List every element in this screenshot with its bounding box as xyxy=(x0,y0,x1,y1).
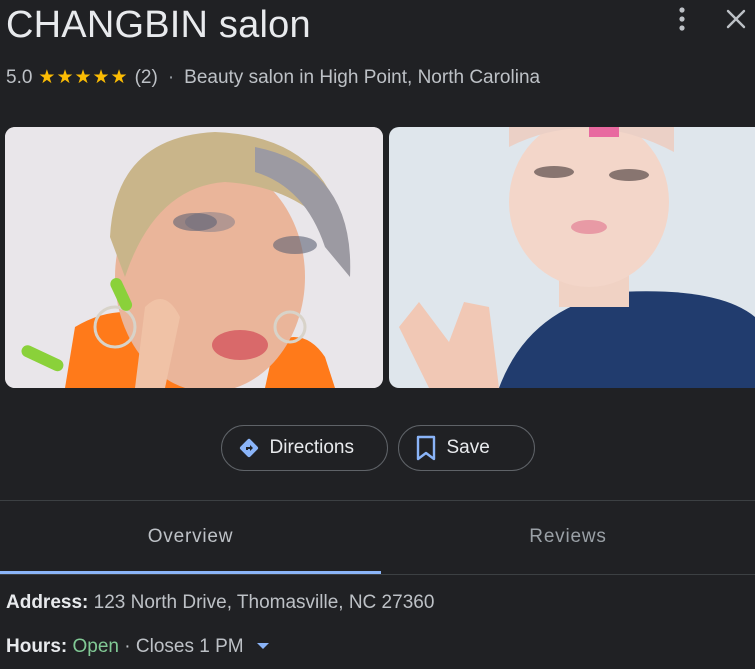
hours-close-time[interactable]: Closes 1 PM xyxy=(136,636,244,657)
address-value[interactable]: 123 North Drive, Thomasville, NC 27360 xyxy=(94,592,435,613)
review-count[interactable]: (2) xyxy=(135,67,158,89)
directions-label: Directions xyxy=(269,437,354,458)
salon-photo-1[interactable] xyxy=(5,127,383,388)
rating-value: 5.0 xyxy=(6,66,33,88)
hours-separator: · xyxy=(124,636,131,657)
hours-label: Hours: xyxy=(6,636,68,657)
tab-bar: Overview Reviews xyxy=(0,500,755,574)
star-rating-icon: ★★★★★ xyxy=(38,67,129,88)
tab-overview[interactable]: Overview xyxy=(0,500,381,574)
place-title: CHANGBIN salon xyxy=(6,4,311,46)
rating-summary: 5.0 ★★★★★ (2) · Beauty salon in High Poi… xyxy=(6,66,540,89)
chevron-down-icon[interactable] xyxy=(256,642,269,649)
hours-row: Hours: Open · Closes 1 PM xyxy=(6,636,269,658)
place-category: Beauty salon in High Point, North Caroli… xyxy=(184,66,541,88)
save-button[interactable]: Save xyxy=(397,425,535,471)
bookmark-icon xyxy=(413,435,439,461)
directions-button[interactable]: Directions xyxy=(220,425,388,471)
save-label: Save xyxy=(446,437,490,458)
close-icon[interactable] xyxy=(723,6,749,32)
more-vert-icon[interactable] xyxy=(669,6,695,32)
tab-reviews[interactable]: Reviews xyxy=(381,500,755,574)
header-actions xyxy=(669,6,749,32)
address-label: Address: xyxy=(6,592,89,613)
tab-divider xyxy=(0,574,755,575)
hours-status: Open xyxy=(72,636,119,657)
separator-dot: · xyxy=(167,66,175,88)
action-buttons: Directions Save xyxy=(0,425,755,471)
directions-icon xyxy=(236,435,262,461)
address-row: Address: 123 North Drive, Thomasville, N… xyxy=(6,592,434,614)
salon-photo-2[interactable] xyxy=(389,127,755,388)
